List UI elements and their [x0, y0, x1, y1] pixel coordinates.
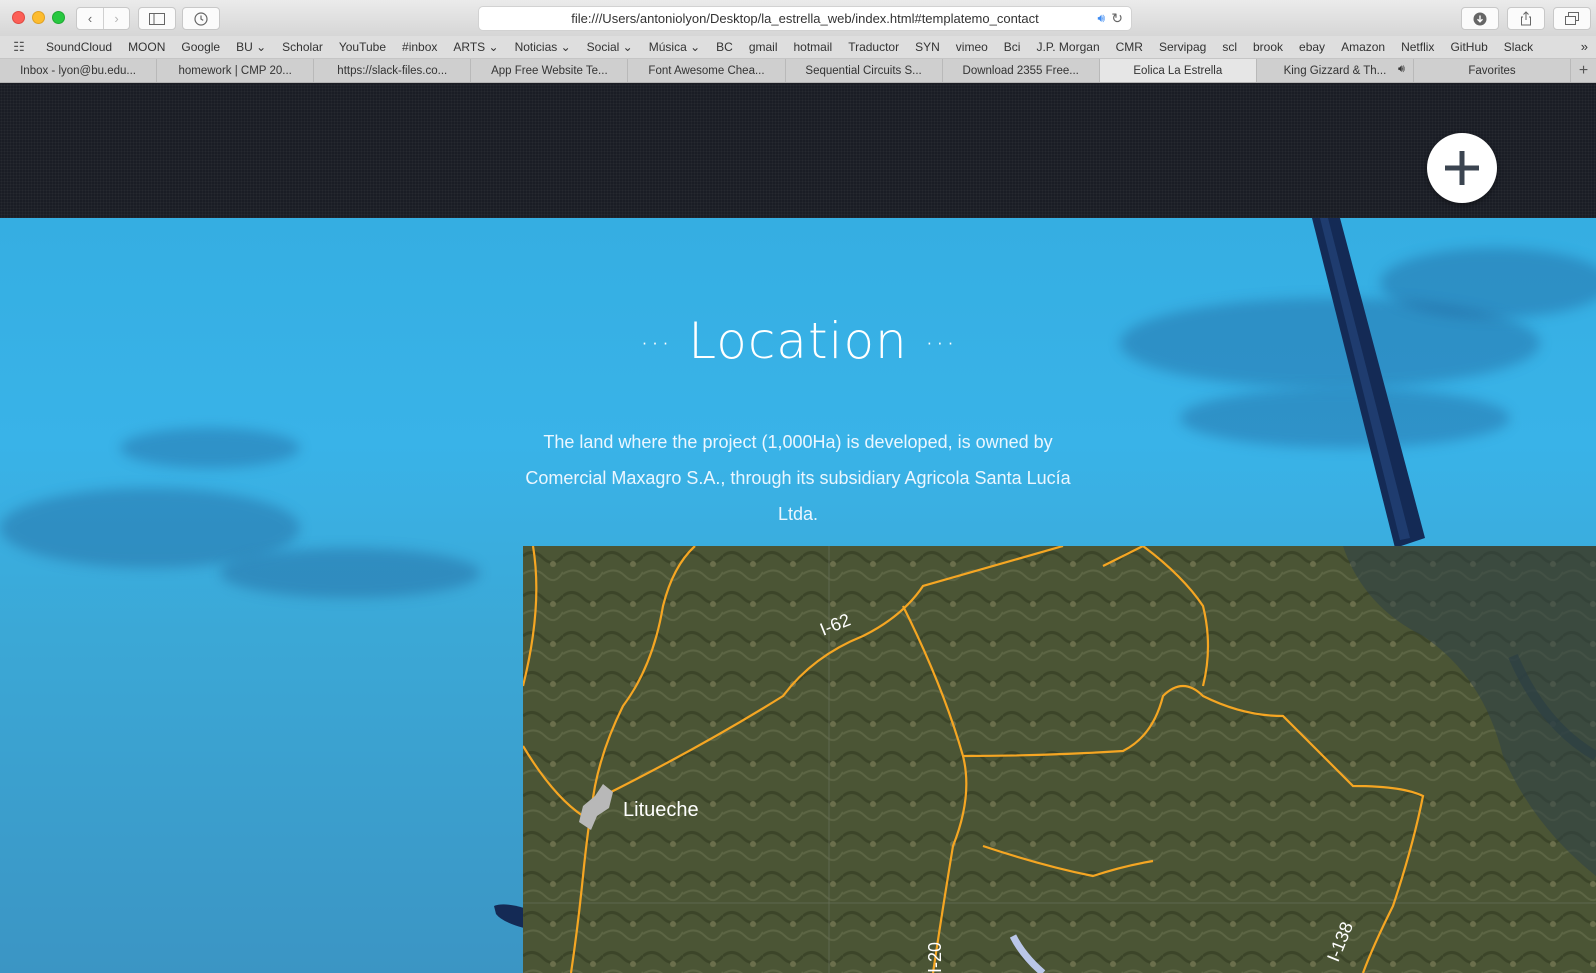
bookmark-item[interactable]: Traductor	[840, 40, 907, 54]
minimize-window-button[interactable]	[32, 11, 45, 24]
bookmark-item[interactable]: SoundCloud	[38, 40, 120, 54]
apps-grid-icon[interactable]: ☷	[0, 39, 38, 55]
cloud-shape	[120, 428, 300, 468]
bookmark-item[interactable]: Social ⌄	[579, 40, 641, 54]
bookmark-item[interactable]: CMR	[1108, 40, 1151, 54]
section-title-text: Location	[688, 312, 908, 370]
tab-title: https://slack-files.co...	[337, 64, 448, 77]
close-window-button[interactable]	[12, 11, 25, 24]
bookmark-item[interactable]: Amazon	[1333, 40, 1393, 54]
share-icon	[1521, 11, 1531, 26]
tab-title: homework | CMP 20...	[178, 64, 292, 77]
bookmark-item[interactable]: scl	[1214, 40, 1245, 54]
bookmark-item[interactable]: YouTube	[331, 40, 394, 54]
speaker-icon[interactable]: 🔊︎	[1398, 63, 1405, 76]
tab-title: App Free Website Te...	[491, 64, 608, 77]
bookmark-item[interactable]: Slack	[1496, 40, 1541, 54]
browser-tab[interactable]: Favorites	[1414, 59, 1572, 82]
browser-tab[interactable]: Font Awesome Chea...	[628, 59, 786, 82]
bookmark-item[interactable]: Bci	[996, 40, 1029, 54]
bookmark-item[interactable]: brook	[1245, 40, 1291, 54]
browser-tab[interactable]: Inbox - lyon@bu.edu...	[0, 59, 158, 82]
bookmark-item[interactable]: BU ⌄	[228, 40, 274, 54]
tab-title: Favorites	[1468, 64, 1516, 77]
airplane-wing-image	[1312, 218, 1425, 548]
plus-icon	[1445, 151, 1479, 185]
tab-title: King Gizzard & Th...	[1283, 64, 1387, 77]
back-button[interactable]: ‹	[77, 8, 103, 29]
tab-title: Sequential Circuits S...	[805, 64, 922, 77]
bookmarks-bar: ☷ SoundCloud MOON Google BU ⌄ Scholar Yo…	[0, 36, 1596, 59]
address-bar[interactable]: file:///Users/antoniolyon/Desktop/la_est…	[478, 6, 1132, 31]
more-bookmarks-icon[interactable]: »	[1581, 39, 1588, 54]
web-page: ··· Location ··· The land where the proj…	[0, 84, 1596, 973]
share-button[interactable]	[1507, 7, 1545, 30]
maximize-window-button[interactable]	[52, 11, 65, 24]
section-description: The land where the project (1,000Ha) is …	[525, 432, 1071, 524]
bookmark-item[interactable]: GitHub	[1442, 40, 1495, 54]
sidebar-toggle-button[interactable]	[138, 7, 176, 30]
history-button[interactable]	[182, 7, 220, 30]
clock-icon	[194, 11, 208, 26]
browser-tab-active[interactable]: Eolica La Estrella	[1099, 59, 1257, 82]
header-band	[0, 84, 1596, 218]
tab-overview-button[interactable]	[1553, 7, 1591, 30]
bookmark-item[interactable]: BC	[708, 40, 741, 54]
browser-tab[interactable]: homework | CMP 20...	[157, 59, 315, 82]
bookmark-item[interactable]: SYN	[907, 40, 948, 54]
browser-tab[interactable]: App Free Website Te...	[471, 59, 629, 82]
bookmark-item[interactable]: #inbox	[394, 40, 445, 54]
download-icon	[1473, 12, 1487, 25]
location-map[interactable]: Litueche I-62 I-138 I-20	[523, 546, 1596, 973]
browser-titlebar: ‹ › file:///Users/antoniolyon/Desktop/la…	[0, 0, 1596, 36]
audio-playing-icon[interactable]: 🔊︎	[1097, 11, 1105, 26]
chevron-right-icon: ›	[114, 11, 119, 26]
tab-title: Eolica La Estrella	[1133, 64, 1223, 77]
satellite-map-image: Litueche I-62 I-138 I-20	[523, 546, 1596, 973]
bookmark-item[interactable]: Netflix	[1393, 40, 1442, 54]
title-dots-right: ···	[924, 327, 957, 362]
cloud-shape	[220, 548, 480, 598]
nav-button-group: ‹ ›	[76, 7, 130, 30]
browser-tab[interactable]: Download 2355 Free...	[943, 59, 1100, 82]
bookmark-item[interactable]: MOON	[120, 40, 173, 54]
bookmark-item[interactable]: gmail	[741, 40, 786, 54]
bookmark-item[interactable]: vimeo	[948, 40, 996, 54]
bookmark-item[interactable]: hotmail	[786, 40, 841, 54]
bookmark-item[interactable]: Scholar	[274, 40, 331, 54]
url-text: file:///Users/antoniolyon/Desktop/la_est…	[571, 11, 1039, 26]
tab-title: Font Awesome Chea...	[648, 64, 765, 77]
bookmark-item[interactable]: Música ⌄	[641, 40, 708, 54]
map-label-road-3: I-20	[925, 942, 945, 973]
forward-button[interactable]: ›	[103, 8, 129, 29]
sidebar-icon	[149, 12, 165, 25]
plus-icon: +	[1578, 61, 1589, 79]
section-title: ··· Location ···	[0, 312, 1596, 370]
reload-icon[interactable]: ↻	[1111, 10, 1123, 27]
title-dots-left: ···	[639, 327, 672, 362]
chevron-left-icon: ‹	[87, 11, 93, 26]
tab-overview-icon	[1565, 12, 1579, 25]
bookmark-item[interactable]: J.P. Morgan	[1028, 40, 1107, 54]
bookmark-item[interactable]: Google	[173, 40, 228, 54]
new-tab-button[interactable]: +	[1571, 59, 1596, 82]
tab-strip: Inbox - lyon@bu.edu... homework | CMP 20…	[0, 59, 1596, 83]
tab-title: Inbox - lyon@bu.edu...	[20, 64, 136, 77]
browser-tab[interactable]: Sequential Circuits S...	[786, 59, 943, 82]
map-label-town: Litueche	[623, 799, 699, 821]
bookmark-item[interactable]: Noticias ⌄	[507, 40, 579, 54]
downloads-button[interactable]	[1461, 7, 1499, 30]
bookmark-item[interactable]: ARTS ⌄	[445, 40, 506, 54]
browser-tab[interactable]: https://slack-files.co...	[314, 59, 472, 82]
bookmark-item[interactable]: Servipag	[1151, 40, 1214, 54]
browser-tab[interactable]: King Gizzard & Th... 🔊︎	[1257, 59, 1414, 82]
menu-toggle-button[interactable]	[1427, 133, 1497, 203]
bookmark-item[interactable]: ebay	[1291, 40, 1333, 54]
tab-title: Download 2355 Free...	[962, 64, 1079, 77]
